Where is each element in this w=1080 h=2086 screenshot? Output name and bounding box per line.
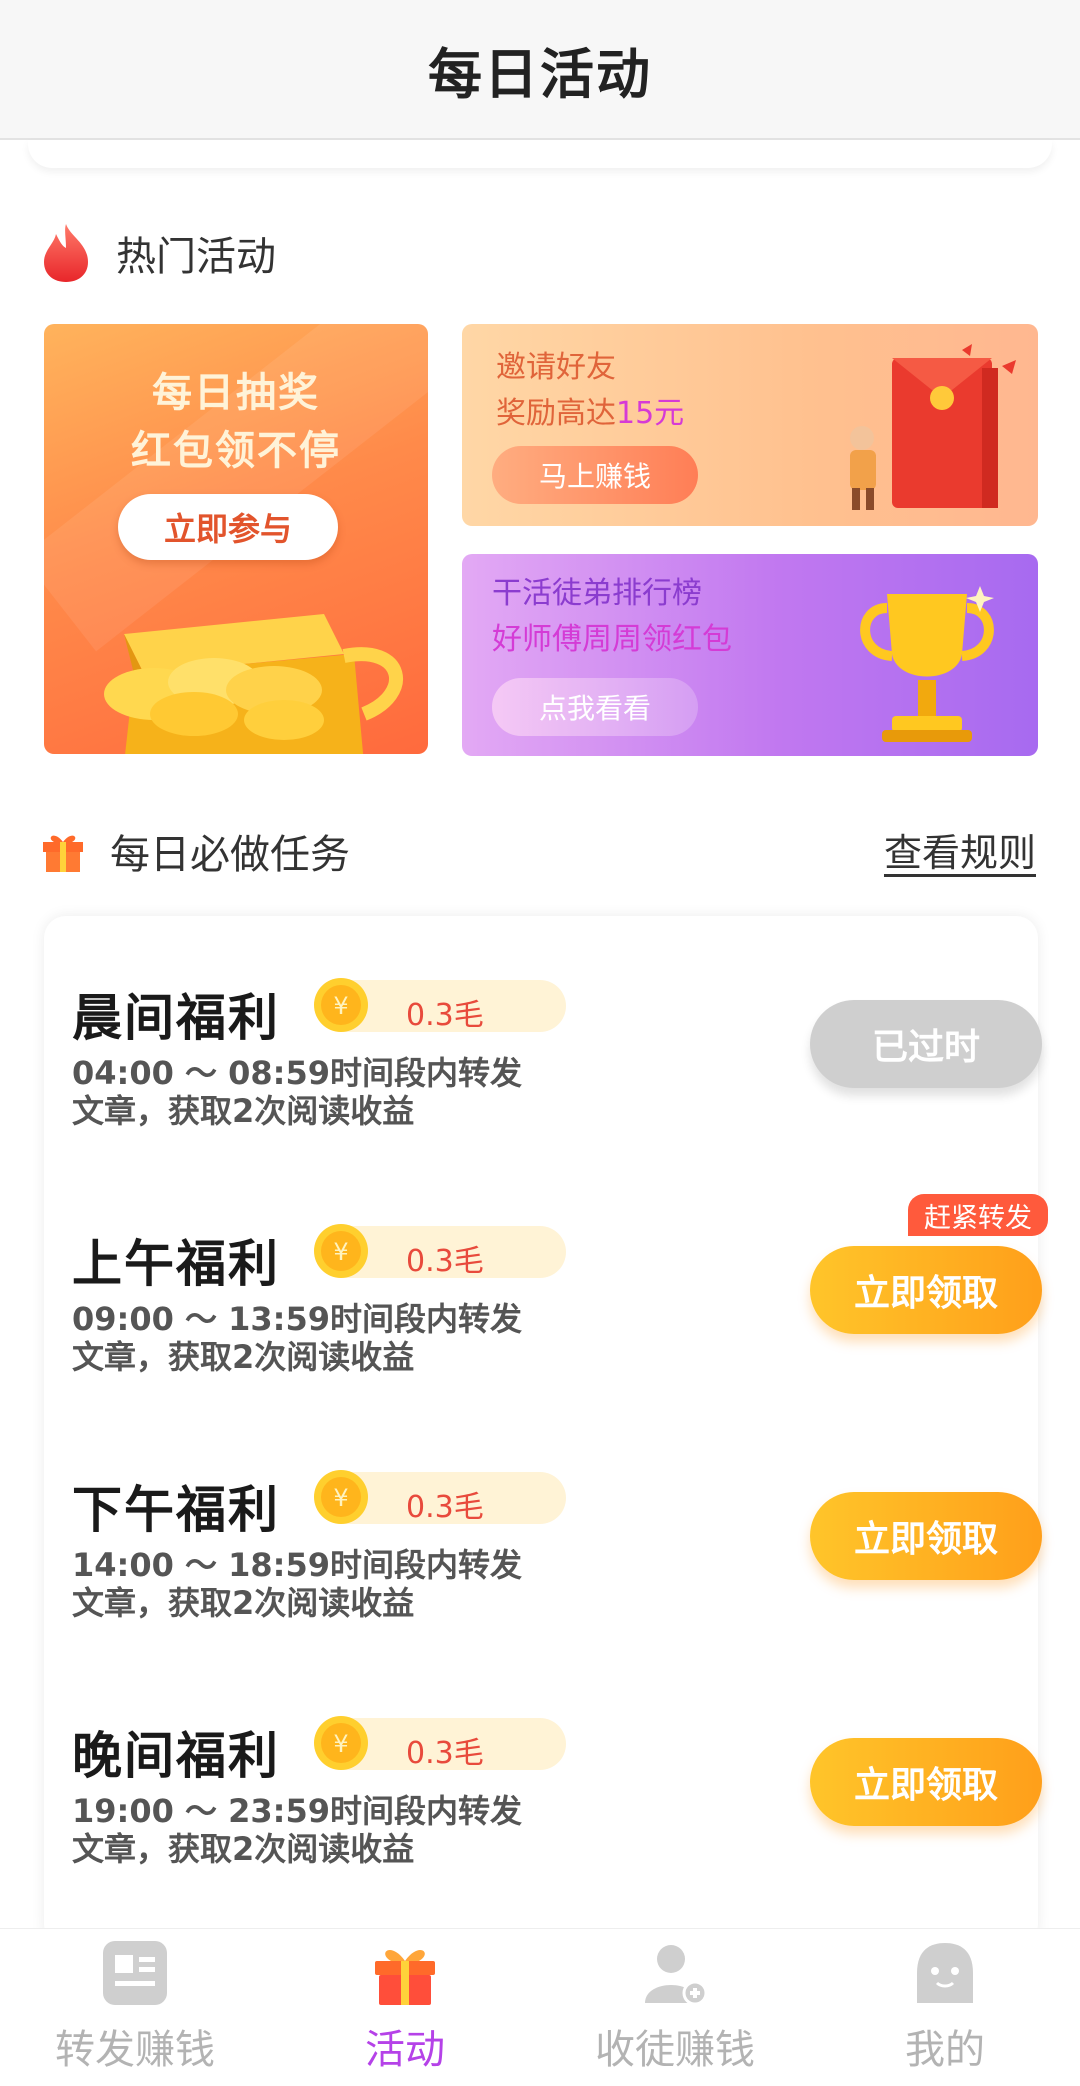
task-title: 晨间福利 <box>72 989 280 1047</box>
news-icon <box>103 1941 167 2005</box>
nav-item-activity[interactable]: 活动 <box>270 1929 540 2086</box>
reward-pill: ¥ 0.3毛 <box>314 1716 566 1771</box>
nav-label: 活动 <box>365 2027 445 2073</box>
add-user-icon <box>645 1945 708 2006</box>
svg-text:¥: ¥ <box>333 1238 348 1266</box>
reward-amount: 0.3毛 <box>406 1490 484 1525</box>
join-now-button[interactable]: 立即参与 <box>118 494 338 560</box>
svg-text:¥: ¥ <box>333 1484 348 1512</box>
leaderboard-subtitle: 好师傅周周领红包 <box>492 622 732 657</box>
claim-now-button[interactable]: 立即领取 <box>810 1246 1042 1334</box>
invite-title: 邀请好友 <box>496 350 616 385</box>
invite-reward-amount: 15元 <box>616 396 685 431</box>
reward-amount: 0.3毛 <box>406 1736 484 1771</box>
svg-text:¥: ¥ <box>333 992 348 1020</box>
task-description: 09:00 ～ 13:59时间段内转发 文章，获取2次阅读收益 <box>72 1300 592 1376</box>
task-reward-desc: 文章，获取2次阅读收益 <box>72 1584 415 1622</box>
task-title: 下午福利 <box>72 1481 280 1539</box>
task-title: 晚间福利 <box>72 1727 280 1785</box>
previous-card-edge <box>28 140 1052 168</box>
lottery-title: 每日抽奖 <box>152 370 320 416</box>
trophy-icon <box>860 586 994 742</box>
earn-now-button[interactable]: 马上赚钱 <box>492 446 698 504</box>
app-header: 每日活动 <box>0 0 1080 140</box>
coin-icon: ¥ <box>314 978 368 1032</box>
lottery-banner[interactable]: 每日抽奖 红包领不停 立即参与 <box>44 324 428 754</box>
reward-pill: ¥ 0.3毛 <box>314 978 566 1033</box>
task-description: 14:00 ～ 18:59时间段内转发 文章，获取2次阅读收益 <box>72 1546 592 1622</box>
task-time-range: 19:00 ～ 23:59时间段内转发 <box>72 1792 523 1830</box>
daily-section-header: 每日必做任务 <box>40 822 350 880</box>
daily-task-card: 晨间福利 ¥ 0.3毛 04:00 ～ 08:59时间段内转发 文章，获取2次阅… <box>44 916 1048 1946</box>
coin-icon: ¥ <box>314 1470 368 1524</box>
gift-icon <box>375 1950 435 2005</box>
hurry-badge: 赶紧转发 <box>908 1194 1048 1236</box>
claim-now-button[interactable]: 立即领取 <box>810 1738 1042 1826</box>
hot-section-header: 热门活动 <box>40 222 276 284</box>
coin-icon: ¥ <box>314 1716 368 1770</box>
treasure-chest-icon <box>104 614 403 754</box>
lottery-subtitle: 红包领不停 <box>131 428 341 474</box>
reward-pill: ¥ 0.3毛 <box>314 1470 566 1525</box>
invite-reward-text: 奖励高达15元 <box>496 388 684 432</box>
nav-item-mine[interactable]: 我的 <box>810 1929 1080 2086</box>
task-morning: 晨间福利 ¥ 0.3毛 04:00 ～ 08:59时间段内转发 文章，获取2次阅… <box>72 978 1042 1158</box>
task-forenoon: 上午福利 ¥ 0.3毛 09:00 ～ 13:59时间段内转发 文章，获取2次阅… <box>72 1194 1048 1404</box>
svg-text:¥: ¥ <box>333 1730 348 1758</box>
hot-section-title: 热门活动 <box>116 234 276 280</box>
task-time-range: 14:00 ～ 18:59时间段内转发 <box>72 1546 523 1584</box>
claim-now-button[interactable]: 立即领取 <box>810 1492 1042 1580</box>
reward-amount: 0.3毛 <box>406 1244 484 1279</box>
task-evening: 晚间福利 ¥ 0.3毛 19:00 ～ 23:59时间段内转发 文章，获取2次阅… <box>72 1716 1042 1896</box>
nav-label: 转发赚钱 <box>55 2027 215 2073</box>
leaderboard-title: 干活徒弟排行榜 <box>492 576 702 611</box>
task-description: 19:00 ～ 23:59时间段内转发 文章，获取2次阅读收益 <box>72 1792 592 1868</box>
nav-item-share-earn[interactable]: 转发赚钱 <box>0 1929 270 2086</box>
reward-pill: ¥ 0.3毛 <box>314 1224 566 1279</box>
expired-button[interactable]: 已过时 <box>810 1000 1042 1088</box>
flame-icon <box>44 224 88 282</box>
gift-icon <box>43 835 83 872</box>
leaderboard-banner[interactable]: 干活徒弟排行榜 好师傅周周领红包 点我看看 <box>462 554 1038 756</box>
task-reward-desc: 文章，获取2次阅读收益 <box>72 1092 415 1130</box>
nav-label: 收徒赚钱 <box>595 2027 755 2073</box>
view-leaderboard-button[interactable]: 点我看看 <box>492 678 698 736</box>
task-reward-desc: 文章，获取2次阅读收益 <box>72 1830 415 1868</box>
face-icon <box>917 1943 973 2003</box>
coin-icon: ¥ <box>314 1224 368 1278</box>
task-time-range: 04:00 ～ 08:59时间段内转发 <box>72 1054 523 1092</box>
invite-reward-prefix: 奖励高达 <box>496 396 616 431</box>
view-rules-link[interactable]: 查看规则 <box>884 822 1036 877</box>
invite-friends-banner[interactable]: 邀请好友 奖励高达15元 马上赚钱 <box>462 324 1038 526</box>
nav-item-recruit-earn[interactable]: 收徒赚钱 <box>540 1929 810 2086</box>
task-afternoon: 下午福利 ¥ 0.3毛 14:00 ～ 18:59时间段内转发 文章，获取2次阅… <box>72 1470 1042 1650</box>
red-envelope-icon <box>850 344 1016 510</box>
task-time-range: 09:00 ～ 13:59时间段内转发 <box>72 1300 523 1338</box>
task-title: 上午福利 <box>72 1235 280 1293</box>
page-title: 每日活动 <box>428 42 652 106</box>
task-description: 04:00 ～ 08:59时间段内转发 文章，获取2次阅读收益 <box>72 1054 592 1130</box>
daily-section-title: 每日必做任务 <box>110 832 350 878</box>
reward-amount: 0.3毛 <box>406 998 484 1033</box>
task-reward-desc: 文章，获取2次阅读收益 <box>72 1338 415 1376</box>
bottom-nav: 转发赚钱 活动 收徒赚钱 我的 <box>0 1928 1080 2086</box>
nav-label: 我的 <box>905 2027 985 2073</box>
